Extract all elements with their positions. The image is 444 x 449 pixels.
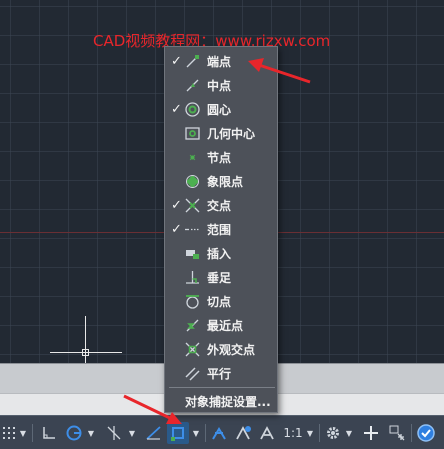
annotation-monitor-button[interactable] — [360, 422, 382, 444]
chevron-down-icon: ▼ — [306, 428, 314, 438]
check-icon: ✓ — [171, 197, 182, 213]
quadrant-icon — [186, 175, 199, 188]
perpendicular-icon — [186, 271, 199, 284]
scale-value: 1:1 — [283, 426, 303, 440]
insert-icon — [186, 250, 199, 259]
chevron-down-icon: ▼ — [345, 428, 353, 438]
check-icon: ✓ — [171, 53, 182, 69]
polar-icon — [66, 425, 82, 441]
menu-item-node[interactable]: 节点 — [165, 145, 277, 169]
check-circle-icon — [417, 424, 435, 442]
isodraft-toggle[interactable] — [102, 422, 126, 444]
annotation-visibility-toggle[interactable] — [208, 422, 230, 444]
auto-scale-icon — [236, 426, 251, 440]
object-snap-tracking-toggle[interactable] — [142, 422, 166, 444]
separator — [319, 424, 320, 442]
menu-item-geometric-center[interactable]: 几何中心 — [165, 121, 277, 145]
menu-item-center[interactable]: ✓ 圆心 — [165, 97, 277, 121]
menu-item-nearest[interactable]: 最近点 — [165, 313, 277, 337]
polar-dropdown[interactable]: ▼ — [86, 422, 96, 444]
check-icon: ✓ — [171, 101, 182, 117]
separator — [205, 424, 206, 442]
annotation-icon — [212, 427, 226, 440]
extension-icon — [185, 228, 200, 231]
check-icon: ✓ — [171, 221, 182, 237]
separator — [32, 424, 33, 442]
isolate-objects-button[interactable] — [385, 422, 409, 444]
separator — [411, 424, 412, 442]
object-snap-icon — [171, 427, 184, 441]
nearest-icon — [186, 319, 199, 332]
center-icon — [185, 102, 200, 117]
isodraft-dropdown[interactable]: ▼ — [127, 422, 137, 444]
plus-icon — [364, 426, 378, 440]
status-bar: ▼ ▼ ▼ ▼ 1:1 ▼ ▼ — [0, 415, 444, 449]
menu-item-tangent[interactable]: 切点 — [165, 289, 277, 313]
scale-dropdown[interactable]: ▼ — [305, 422, 315, 444]
hardware-acceleration-button[interactable] — [414, 422, 438, 444]
snap-tracking-icon — [146, 426, 161, 440]
auto-scale-toggle[interactable] — [232, 422, 254, 444]
gear-icon — [327, 427, 339, 439]
chevron-down-icon: ▼ — [192, 428, 200, 438]
menu-divider — [169, 387, 275, 388]
annotation-scale-icon — [260, 426, 274, 440]
menu-item-midpoint[interactable]: 中点 — [165, 73, 277, 97]
object-snap-dropdown[interactable]: ▼ — [191, 422, 201, 444]
menu-item-parallel[interactable]: 平行 — [165, 361, 277, 385]
object-snap-settings-item[interactable]: 对象捕捉设置... — [185, 393, 271, 410]
apparent-intersection-icon — [185, 342, 200, 357]
workspace-dropdown[interactable]: ▼ — [344, 422, 354, 444]
menu-item-quadrant[interactable]: 象限点 — [165, 169, 277, 193]
endpoint-icon — [186, 55, 199, 68]
geometric-center-icon — [185, 127, 200, 140]
crosshair-pickbox — [82, 349, 89, 356]
annotation-scale-toggle[interactable] — [256, 422, 278, 444]
menu-item-extension[interactable]: ✓ 范围 — [165, 217, 277, 241]
chevron-down-icon: ▼ — [128, 428, 136, 438]
menu-item-apparent-intersection[interactable]: 外观交点 — [165, 337, 277, 361]
menu-item-perpendicular[interactable]: 垂足 — [165, 265, 277, 289]
intersection-icon — [185, 198, 200, 213]
isolate-icon — [389, 425, 405, 441]
object-snap-menu: ✓ 端点 中点 ✓ 圆心 几何中心 节点 象限点 ✓ 交点 ✓ 范围 插入 垂足 — [164, 46, 278, 413]
menu-item-intersection[interactable]: ✓ 交点 — [165, 193, 277, 217]
isodraft-icon — [107, 426, 121, 440]
workspace-button[interactable] — [322, 422, 344, 444]
scale-selector[interactable]: 1:1 — [281, 422, 305, 444]
ortho-toggle[interactable] — [38, 422, 60, 444]
ortho-icon — [43, 427, 55, 439]
grid-dropdown[interactable]: ▼ — [18, 422, 28, 444]
grid-toggle[interactable] — [0, 422, 18, 444]
chevron-down-icon: ▼ — [19, 428, 27, 438]
menu-item-endpoint[interactable]: ✓ 端点 — [165, 49, 277, 73]
node-icon — [189, 154, 196, 161]
tangent-icon — [186, 295, 199, 309]
object-snap-toggle[interactable] — [167, 422, 189, 444]
chevron-down-icon: ▼ — [87, 428, 95, 438]
menu-item-insert[interactable]: 插入 — [165, 241, 277, 265]
parallel-icon — [185, 367, 200, 381]
midpoint-icon — [186, 79, 199, 92]
polar-tracking-toggle[interactable] — [62, 422, 86, 444]
grid-icon — [3, 427, 15, 439]
